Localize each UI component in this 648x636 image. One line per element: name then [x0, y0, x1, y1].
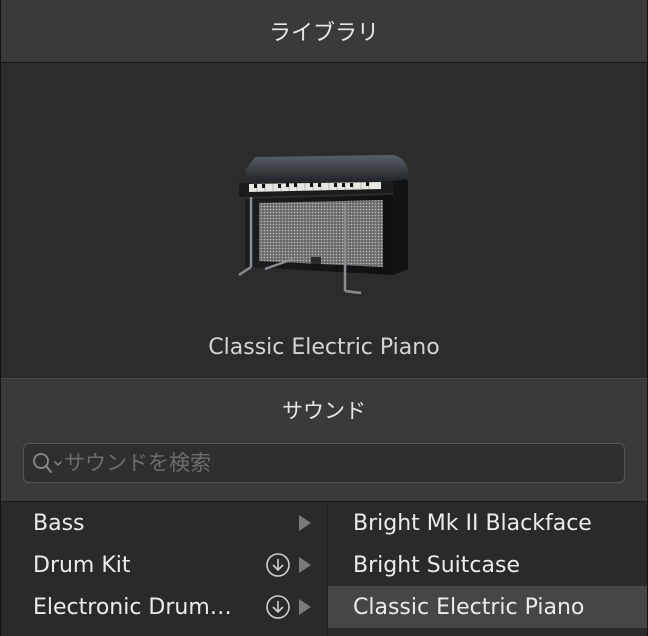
patch-item-bright-mk-ii-blackface[interactable]: Bright Mk II Blackface [328, 502, 647, 544]
category-column: Bass Drum Kit Electronic Drum… [1, 502, 328, 636]
disclosure-arrow-icon [297, 598, 313, 616]
patch-label: Bright Mk II Blackface [353, 510, 592, 536]
patch-label: Classic Electric Piano [353, 594, 585, 620]
library-title-bar: ライブラリ [1, 0, 647, 63]
patch-item-bright-suitcase[interactable]: Bright Suitcase [328, 544, 647, 586]
category-label: Electronic Drum… [33, 594, 232, 620]
category-label: Bass [33, 510, 85, 536]
sound-browser: Bass Drum Kit Electronic Drum… Bright Mk… [1, 501, 647, 636]
patch-column: Bright Mk II Blackface Bright Suitcase C… [328, 502, 647, 636]
sound-section: サウンド [1, 378, 647, 501]
sound-search-field[interactable] [23, 443, 625, 483]
download-icon[interactable] [265, 594, 291, 620]
patch-label: Bright Suitcase [353, 552, 520, 578]
category-item-bass[interactable]: Bass [1, 502, 327, 544]
download-icon[interactable] [265, 552, 291, 578]
search-input[interactable] [64, 444, 624, 482]
search-icon[interactable] [30, 450, 64, 476]
disclosure-arrow-icon [297, 556, 313, 574]
patch-item-classic-electric-piano[interactable]: Classic Electric Piano [328, 586, 647, 628]
category-item-drum-kit[interactable]: Drum Kit [1, 544, 327, 586]
sound-preview-panel: Classic Electric Piano [1, 63, 647, 377]
category-item-electronic-drum[interactable]: Electronic Drum… [1, 586, 327, 628]
library-window: ライブラリ Classic Electric Piano サウンド サウンドを検… [0, 0, 648, 636]
category-label: Drum Kit [33, 552, 131, 578]
disclosure-arrow-icon [297, 514, 313, 532]
library-title: ライブラリ [268, 21, 379, 46]
electric-piano-icon [238, 155, 409, 295]
sound-section-header: サウンド [282, 399, 366, 423]
selected-sound-name: Classic Electric Piano [208, 335, 440, 360]
